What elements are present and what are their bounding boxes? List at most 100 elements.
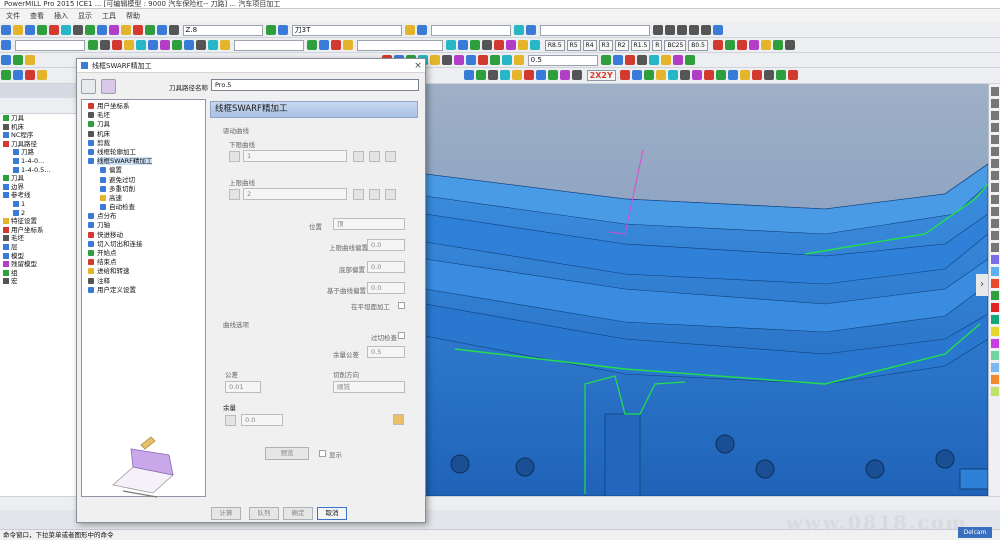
stock-icon[interactable]: [225, 415, 236, 426]
strategy-tree-item[interactable]: 剪裁: [88, 139, 205, 148]
cancel-button[interactable]: 取消: [317, 507, 347, 520]
explorer-item[interactable]: 1: [3, 200, 77, 209]
graphics-viewport[interactable]: ›: [425, 84, 988, 496]
upper-curve-edit-icon[interactable]: [369, 189, 380, 200]
strategy-tree-item[interactable]: 注释: [88, 277, 205, 286]
strategy-tree-item[interactable]: 偏置: [88, 166, 205, 175]
toolpath-name-input[interactable]: Pro.5: [211, 79, 419, 91]
explorer-item[interactable]: 层: [3, 243, 77, 252]
plunge-icon[interactable]: [160, 40, 171, 50]
ruler-icon[interactable]: [169, 25, 179, 35]
selection-combo[interactable]: [14, 40, 85, 51]
strategy-tree-item[interactable]: 切入切出和连接: [88, 240, 205, 249]
strategy-tree-item[interactable]: 线框SWARF精加工: [88, 157, 205, 166]
open-icon[interactable]: [13, 25, 23, 35]
workplane-icon[interactable]: [97, 25, 107, 35]
view-row4-icon-9[interactable]: [560, 70, 571, 80]
color-swatch-8[interactable]: [991, 339, 999, 348]
mirror-icon[interactable]: [625, 55, 636, 65]
radius-button-r8-5[interactable]: R8.5: [544, 40, 565, 51]
view-row4-icon-14[interactable]: [656, 70, 667, 80]
shade-icon[interactable]: [526, 25, 537, 35]
color-swatch-7[interactable]: [991, 327, 999, 336]
delete-icon[interactable]: [112, 40, 123, 50]
xz-icon[interactable]: [220, 40, 231, 50]
folder-icon[interactable]: [25, 55, 35, 65]
link-icon[interactable]: [417, 25, 428, 35]
macro-icon-2[interactable]: [724, 40, 735, 50]
calculate-button[interactable]: 计算: [211, 507, 241, 520]
reset-icon[interactable]: [494, 40, 505, 50]
position-select[interactable]: 顶: [333, 218, 405, 230]
merge-icon[interactable]: [470, 40, 481, 50]
explorer-icon[interactable]: [1, 55, 11, 65]
thickness-tolerance-input[interactable]: 0.5: [367, 346, 405, 358]
strategy-tree-item[interactable]: 快进移动: [88, 231, 205, 240]
view-row4-icon-23[interactable]: [764, 70, 775, 80]
radius-button-r4[interactable]: R4: [582, 40, 597, 51]
lower-curve-select-icon[interactable]: [229, 151, 240, 162]
menu-item-file[interactable]: 文件: [6, 11, 20, 21]
view-row4-icon-21[interactable]: [740, 70, 751, 80]
macro-icon-3[interactable]: [736, 40, 747, 50]
strategy-tree-item[interactable]: 毛坯: [88, 111, 205, 120]
explorer-item[interactable]: NC程序: [3, 131, 77, 140]
gouge-check-checkbox[interactable]: [398, 332, 405, 339]
library-icon[interactable]: [101, 79, 116, 94]
view-row4-icon-24[interactable]: [776, 70, 787, 80]
view-row4-icon-13[interactable]: [644, 70, 655, 80]
lower-curve-input[interactable]: 1: [243, 150, 347, 162]
explorer-item[interactable]: 1-4-0...: [3, 157, 77, 166]
flag-icon[interactable]: [685, 55, 696, 65]
strategy-icon-10[interactable]: [490, 55, 501, 65]
explorer-item[interactable]: 刀具: [3, 174, 77, 183]
calculator-icon[interactable]: [121, 25, 131, 35]
upper-curve-input[interactable]: 2: [243, 188, 347, 200]
color-icon[interactable]: [661, 55, 672, 65]
explorer-item[interactable]: 2: [3, 209, 77, 218]
strategy-icon-8[interactable]: [466, 55, 477, 65]
strategy-icon-9[interactable]: [478, 55, 489, 65]
radius-button-b0-5[interactable]: B0.5: [688, 40, 708, 51]
view-icon-12[interactable]: [991, 219, 999, 228]
save-icon[interactable]: [25, 25, 35, 35]
rotate-icon[interactable]: [184, 40, 195, 50]
macro-icon-5[interactable]: [760, 40, 771, 50]
stock-advanced-icon[interactable]: [393, 414, 404, 425]
macro-icon-4[interactable]: [748, 40, 759, 50]
color-swatch-4[interactable]: [991, 291, 999, 300]
view-row4-icon-4[interactable]: [500, 70, 511, 80]
explorer-item[interactable]: 特征设置: [3, 217, 77, 226]
view-icon-2[interactable]: [991, 99, 999, 108]
tolerance-input[interactable]: 0.01: [225, 381, 261, 393]
verify-icon[interactable]: [145, 25, 155, 35]
block-icon[interactable]: [49, 25, 59, 35]
tree-icon[interactable]: [13, 55, 23, 65]
radius-button-r1-5[interactable]: R1.5: [630, 40, 651, 51]
view-icon-6[interactable]: [991, 147, 999, 156]
curve-offset-input[interactable]: 0.0: [367, 282, 405, 294]
explorer-item[interactable]: 参考线: [3, 191, 77, 200]
swap-icon[interactable]: [446, 40, 457, 50]
grid-icon[interactable]: [637, 55, 648, 65]
strategy-icon-11[interactable]: [502, 55, 513, 65]
view-row4-icon-1[interactable]: [464, 70, 475, 80]
target-icon[interactable]: [530, 40, 541, 50]
preview-checkbox[interactable]: [319, 450, 326, 457]
strategy-row4-icon-3[interactable]: [25, 70, 35, 80]
color-swatch-5[interactable]: [991, 303, 999, 312]
angle-icon[interactable]: [601, 55, 612, 65]
bottom-offset-input[interactable]: 0.0: [367, 261, 405, 273]
color-swatch-11[interactable]: [991, 375, 999, 384]
stop-icon[interactable]: [331, 40, 342, 50]
menu-item-insert[interactable]: 插入: [54, 11, 68, 21]
arrow-icon[interactable]: [613, 55, 624, 65]
explorer-item[interactable]: 刀具: [3, 114, 77, 123]
slider-icon[interactable]: [713, 25, 724, 35]
strategy-tree-item[interactable]: 刀轴: [88, 221, 205, 230]
collision-icon[interactable]: [157, 25, 167, 35]
explorer-item[interactable]: 宏: [3, 277, 77, 286]
ok-button[interactable]: 确定: [283, 507, 313, 520]
pattern-icon[interactable]: [73, 25, 83, 35]
color-swatch-9[interactable]: [991, 351, 999, 360]
